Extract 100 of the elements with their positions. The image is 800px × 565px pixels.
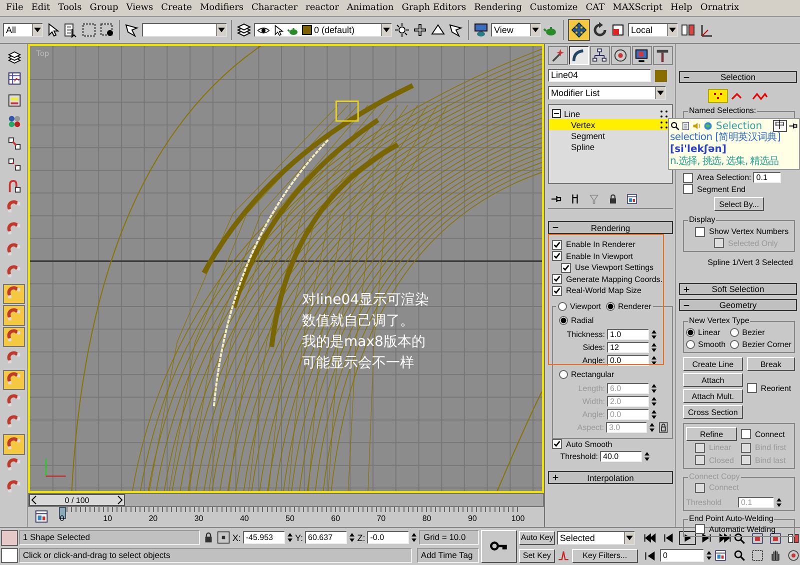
x-coordinate-field[interactable]: -45.953 <box>242 531 286 544</box>
checkbox[interactable]: Connect <box>741 428 792 440</box>
cross-section-button[interactable]: Cross Section <box>683 405 743 419</box>
menu-item[interactable]: Animation <box>342 3 398 13</box>
mirror-icon[interactable] <box>680 22 696 38</box>
modifier-list-dropdown[interactable]: Modifier List <box>548 86 666 100</box>
rollout-header[interactable]: Soft Selection <box>679 283 797 295</box>
magnet-button[interactable] <box>2 305 24 326</box>
radio-button[interactable]: Linear <box>686 327 726 338</box>
number-field[interactable]: 1.0 <box>607 328 649 340</box>
menu-item[interactable]: Ornatrix <box>696 3 744 13</box>
stack-item[interactable]: Line <box>549 108 672 119</box>
spinner-icon[interactable] <box>651 396 657 406</box>
magnet-button[interactable] <box>2 370 24 390</box>
reference-coordinate-dropdown[interactable]: View <box>491 23 541 37</box>
menu-item[interactable]: CAT <box>582 3 609 13</box>
menu-item[interactable]: Edit <box>27 3 54 13</box>
rollout-header[interactable]: Selection <box>679 71 797 83</box>
create-tab[interactable] <box>548 46 568 65</box>
light-icon[interactable] <box>394 22 410 38</box>
number-field[interactable]: 12 <box>607 342 649 352</box>
object-name-field[interactable]: Line04 <box>548 69 651 82</box>
page-icon[interactable] <box>681 121 691 131</box>
spinner-icon[interactable] <box>651 342 657 352</box>
language-toggle[interactable]: 中 <box>773 120 787 132</box>
y-coordinate-field[interactable]: 60.637 <box>305 531 348 544</box>
collapse-icon[interactable] <box>552 109 561 118</box>
orbit-icon[interactable] <box>787 548 800 562</box>
zoom-icon[interactable] <box>733 532 746 544</box>
menu-item[interactable]: File <box>2 3 28 13</box>
radio-button[interactable]: Rectangular <box>559 368 668 380</box>
selection-filter-dropdown[interactable]: All <box>3 23 43 37</box>
list-cursor-icon[interactable] <box>63 22 79 38</box>
menu-item[interactable]: Create <box>157 3 196 13</box>
refine-button[interactable]: Refine <box>686 427 737 441</box>
radio-button[interactable]: Smooth <box>686 339 726 350</box>
radio-button[interactable]: Bezier Corner <box>730 339 792 350</box>
motion-tab[interactable] <box>611 46 631 65</box>
transform-center-dropdown[interactable]: Local <box>628 23 678 37</box>
spinner-icon[interactable] <box>651 354 657 366</box>
play-icon[interactable] <box>679 530 696 544</box>
spinner-icon[interactable] <box>651 328 657 340</box>
checkbox[interactable]: Automatic Welding <box>686 524 792 535</box>
modify-tab[interactable] <box>569 46 589 65</box>
menu-item[interactable]: reactor <box>302 3 343 13</box>
time-cursor[interactable] <box>59 507 66 519</box>
attach-multiple-button[interactable]: Attach Mult. <box>683 389 743 403</box>
globe-icon[interactable] <box>703 121 713 131</box>
number-field[interactable]: 0.0 <box>607 354 649 366</box>
spinner-icon[interactable] <box>706 550 712 561</box>
checkbox[interactable]: Reorient <box>746 382 795 394</box>
spinner-icon[interactable] <box>651 382 657 394</box>
number-field[interactable]: 40.0 <box>600 451 642 462</box>
lock-icon[interactable] <box>659 422 668 432</box>
layers-icon[interactable] <box>236 22 252 38</box>
render-teapot-icon[interactable] <box>473 22 489 38</box>
rotate-icon[interactable] <box>592 22 608 38</box>
display-tab[interactable] <box>632 46 652 65</box>
spinner-icon[interactable] <box>644 451 650 462</box>
sub-object-item[interactable]: Spline <box>549 141 672 152</box>
radio-button[interactable]: Bezier <box>730 327 792 338</box>
key-mode-dropdown[interactable]: Selected <box>556 530 635 544</box>
z-coordinate-field[interactable]: -0.0 <box>367 531 410 544</box>
menu-item[interactable]: Tools <box>54 3 86 13</box>
configure-icon[interactable] <box>626 193 638 205</box>
checkbox[interactable]: Area Selection: <box>683 172 752 184</box>
pin-icon[interactable] <box>788 121 798 131</box>
menu-item[interactable]: Graph Editors <box>398 3 470 13</box>
sub-object-item[interactable]: Segment <box>549 130 672 141</box>
add-time-tag-field[interactable]: Add Time Tag <box>416 548 479 563</box>
named-selection-icon[interactable] <box>124 22 140 38</box>
named-selection-dropdown[interactable] <box>142 23 227 37</box>
spinner-icon[interactable] <box>651 408 657 420</box>
number-field[interactable]: 0.1 <box>753 172 782 184</box>
search-icon[interactable] <box>670 121 680 131</box>
color-swatch[interactable] <box>1 548 18 563</box>
magnet-button[interactable] <box>2 284 24 304</box>
break-button[interactable]: Break <box>746 357 795 371</box>
menu-item[interactable]: Help <box>666 3 696 13</box>
utilities-tab[interactable] <box>653 46 673 65</box>
select-by-button[interactable]: Select By... <box>714 197 764 211</box>
checkbox[interactable]: Auto Smooth <box>552 438 673 450</box>
checkbox[interactable]: Show Vertex Numbers <box>686 226 792 238</box>
set-key-button[interactable] <box>480 530 517 563</box>
set-key-mode-button[interactable]: Set Key <box>518 548 555 562</box>
padlock-icon[interactable] <box>607 193 619 205</box>
rollout-header[interactable]: Interpolation <box>548 471 673 484</box>
magnet-button[interactable] <box>2 434 24 454</box>
pointer-icon[interactable] <box>448 22 464 38</box>
move-button[interactable] <box>568 19 590 41</box>
menu-item[interactable]: Character <box>248 3 302 13</box>
checkbox[interactable]: Generate Mapping Coords. <box>552 274 673 285</box>
color-swatch[interactable] <box>1 530 18 546</box>
time-configuration-icon[interactable] <box>714 549 727 562</box>
layer-dropdown[interactable]: 0 (default) <box>254 23 392 37</box>
create-line-button[interactable]: Create Line <box>683 357 743 371</box>
menu-item[interactable]: Views <box>122 3 158 13</box>
checkbox[interactable]: Use Viewport Settings <box>552 262 673 274</box>
auto-key-button[interactable]: Auto Key <box>518 530 555 544</box>
key-filters-button[interactable]: Key Filters... <box>572 548 638 562</box>
